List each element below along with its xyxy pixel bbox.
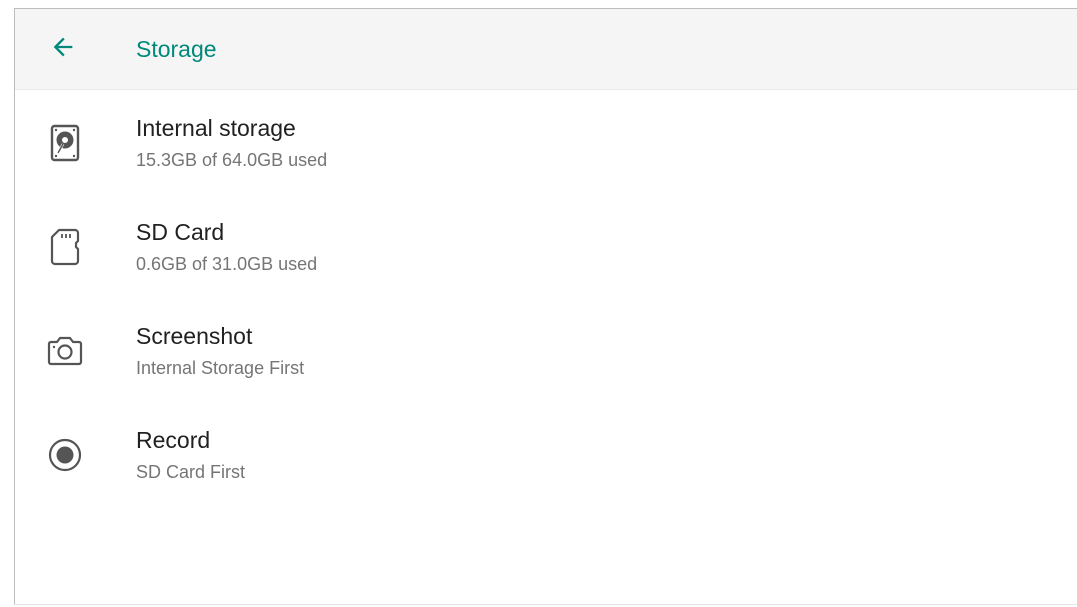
hard-disk-icon bbox=[45, 123, 85, 163]
record-icon bbox=[45, 435, 85, 475]
app-bar: Storage bbox=[15, 9, 1077, 90]
storage-list: Internal storage 15.3GB of 64.0GB used S… bbox=[15, 90, 1077, 506]
item-title: SD Card bbox=[136, 219, 225, 245]
item-subtitle: 15.3GB of 64.0GB used bbox=[136, 150, 328, 170]
item-title: Record bbox=[136, 427, 211, 453]
list-item-internal-storage[interactable]: Internal storage 15.3GB of 64.0GB used bbox=[15, 90, 1077, 194]
list-item-sd-card[interactable]: SD Card 0.6GB of 31.0GB used bbox=[15, 194, 1077, 298]
item-title: Internal storage bbox=[136, 115, 296, 141]
list-item-screenshot[interactable]: Screenshot Internal Storage First bbox=[15, 298, 1077, 402]
page-title: Storage bbox=[136, 36, 217, 62]
list-item-record[interactable]: Record SD Card First bbox=[15, 402, 1077, 506]
back-button[interactable] bbox=[45, 33, 81, 65]
item-title: Screenshot bbox=[136, 323, 253, 349]
arrow-back-icon bbox=[49, 33, 77, 66]
item-subtitle: 0.6GB of 31.0GB used bbox=[136, 254, 318, 274]
camera-icon bbox=[45, 331, 85, 371]
item-subtitle: Internal Storage First bbox=[136, 358, 305, 378]
sd-card-icon bbox=[45, 227, 85, 267]
storage-settings-screen: Storage Internal storage 15.3GB of 64.0G… bbox=[14, 8, 1077, 605]
item-subtitle: SD Card First bbox=[136, 462, 246, 482]
